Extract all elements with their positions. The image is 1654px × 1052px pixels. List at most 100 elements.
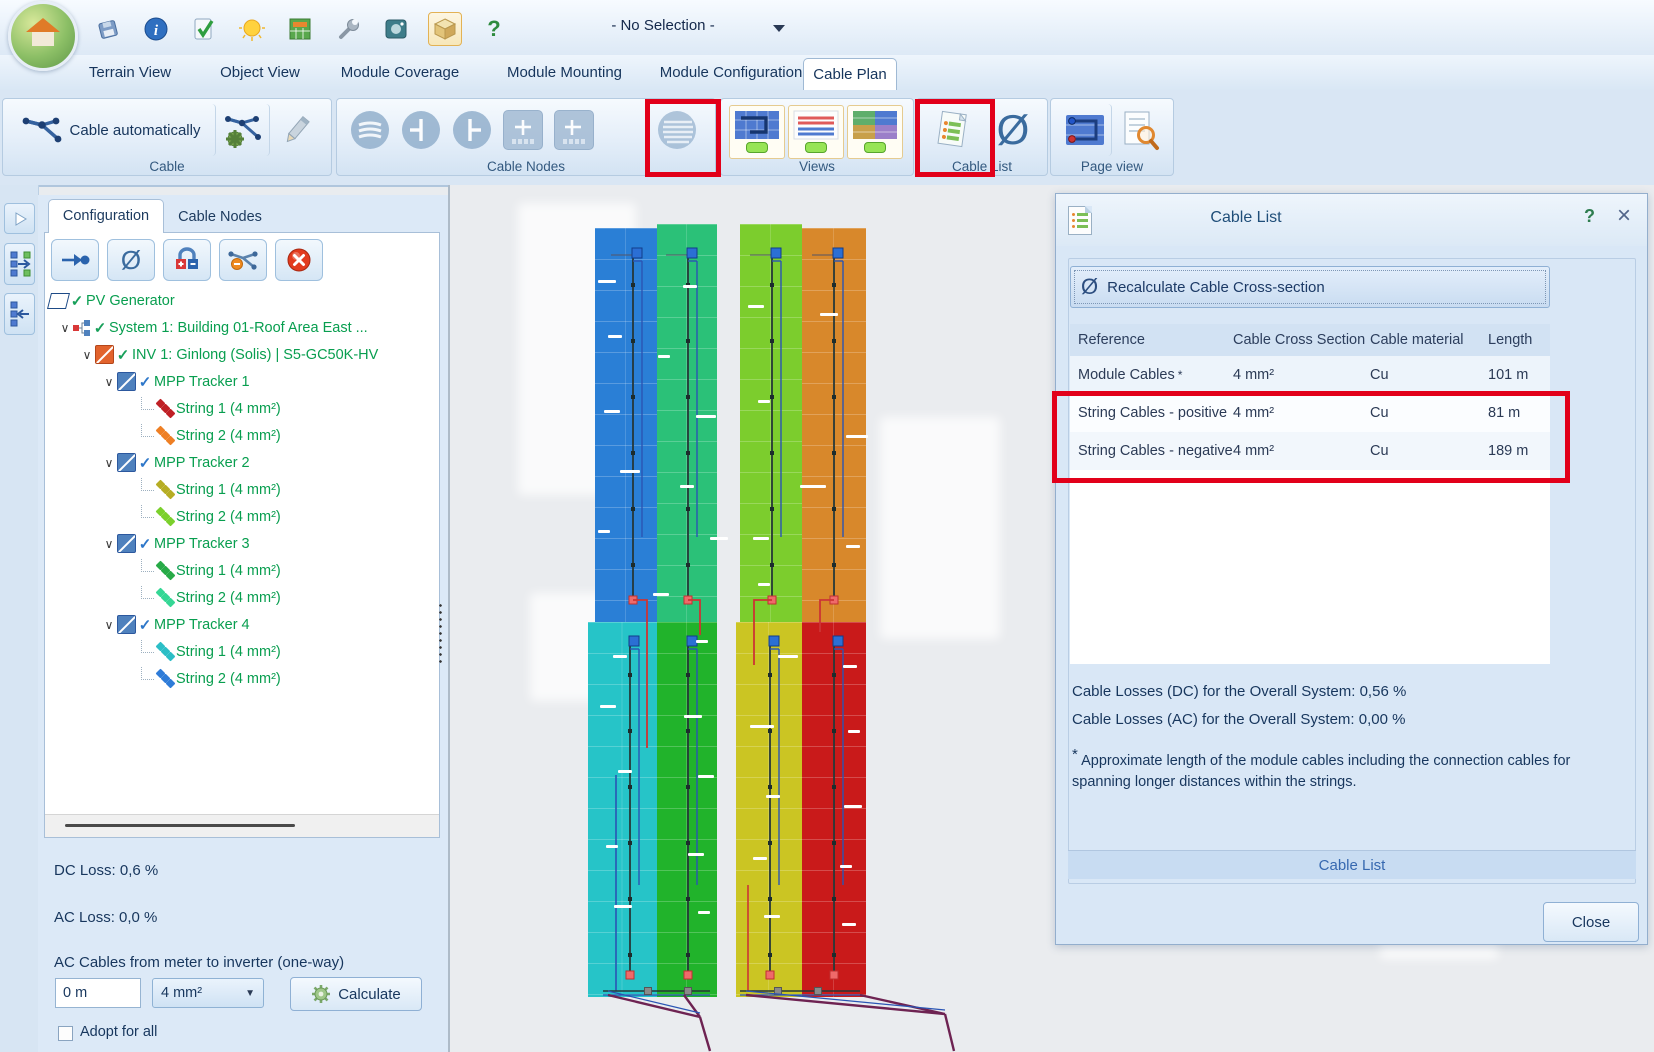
chevron-expanded-icon[interactable]: ∨ xyxy=(101,618,117,632)
node-box2-button[interactable] xyxy=(551,104,597,156)
remove-cable-button[interactable] xyxy=(219,239,267,281)
node-tap-button[interactable] xyxy=(398,104,444,156)
wrench-icon[interactable] xyxy=(332,13,364,45)
tab-module-coverage[interactable]: Module Coverage xyxy=(325,55,475,90)
node-junction-button[interactable] xyxy=(347,104,393,156)
tree-item-string[interactable]: String 1 (4 mm²) xyxy=(45,395,439,422)
delete-button[interactable] xyxy=(275,239,323,281)
project-check-icon[interactable] xyxy=(188,13,220,45)
tree-item-label: String 1 (4 mm²) xyxy=(176,401,281,417)
tree-item-tracker[interactable]: ∨✓MPP Tracker 4 xyxy=(45,611,439,638)
help-icon[interactable]: ? xyxy=(1584,206,1595,227)
close-icon[interactable]: × xyxy=(1617,202,1631,230)
save-icon[interactable] xyxy=(92,13,124,45)
cable-table-row[interactable]: Module Cables*4 mm²Cu101 m xyxy=(1070,356,1550,394)
sun-icon[interactable] xyxy=(236,13,268,45)
page-cable-plan-button[interactable] xyxy=(1057,104,1112,156)
calculate-button[interactable]: Calculate xyxy=(290,977,422,1011)
view-lines-button[interactable] xyxy=(788,105,844,159)
tree-guide-line xyxy=(141,424,154,437)
cross-section-select[interactable]: 4 mm² ▼ xyxy=(152,978,264,1008)
chevron-expanded-icon[interactable]: ∨ xyxy=(57,321,73,335)
tree-toolbar: Ø xyxy=(51,239,323,281)
connect-node-button[interactable] xyxy=(51,239,99,281)
tab-configuration[interactable]: Configuration xyxy=(48,199,164,233)
tree-item-tracker[interactable]: ∨✓MPP Tracker 2 xyxy=(45,449,439,476)
cable-list-footer-tab[interactable]: Cable List xyxy=(1068,850,1636,879)
view-colored-areas-button[interactable] xyxy=(847,105,903,159)
tree-item-tracker[interactable]: ∨✓MPP Tracker 3 xyxy=(45,530,439,557)
tree-horizontal-scrollbar[interactable] xyxy=(45,814,439,837)
recalculate-cross-section-button[interactable]: Ø xyxy=(985,104,1041,156)
tree-item-string[interactable]: String 2 (4 mm²) xyxy=(45,665,439,692)
cable-table-row[interactable]: String Cables - negative4 mm²Cu189 m xyxy=(1070,432,1550,470)
help-icon[interactable]: ? xyxy=(478,13,510,45)
tree-item-pv[interactable]: ✓PV Generator xyxy=(45,287,439,314)
tree-item-string[interactable]: String 2 (4 mm²) xyxy=(45,584,439,611)
ac-loss-text: AC Loss: 0,0 % xyxy=(54,909,157,926)
string-icon xyxy=(156,399,176,419)
string-icon xyxy=(156,642,176,662)
ribbon-group-label-page-view: Page view xyxy=(1051,159,1173,174)
selection-dropdown[interactable]: - No Selection - xyxy=(548,17,778,34)
node-tap2-button[interactable] xyxy=(449,104,495,156)
check-icon: ✓ xyxy=(68,292,86,310)
dc-loss-text: DC Loss: 0,6 % xyxy=(54,862,158,879)
cable-table-row[interactable]: String Cables - positive4 mm²Cu81 m xyxy=(1070,394,1550,432)
cable-settings-button[interactable] xyxy=(217,104,270,156)
chevron-expanded-icon[interactable]: ∨ xyxy=(101,456,117,470)
recalculate-cross-section-button[interactable]: Ø Recalculate Cable Cross-section xyxy=(1070,266,1550,308)
cable-list-button[interactable] xyxy=(923,104,981,156)
scrollbar-thumb[interactable] xyxy=(65,824,295,827)
view-3d-icon[interactable] xyxy=(428,12,462,46)
tree-item-string[interactable]: String 2 (4 mm²) xyxy=(45,422,439,449)
cell-material: Cu xyxy=(1370,432,1389,470)
tab-module-mounting[interactable]: Module Mounting xyxy=(487,55,642,90)
module-gap-mark xyxy=(658,355,670,358)
tree-item-inverter[interactable]: ∨✓INV 1: Ginlong (Solis) | S5-GC50K-HV xyxy=(45,341,439,368)
tree-item-system[interactable]: ∨✓System 1: Building 01-Roof Area East .… xyxy=(45,314,439,341)
lock-polarity-button[interactable] xyxy=(163,239,211,281)
pencil-icon xyxy=(279,112,315,148)
tree-item-string[interactable]: String 2 (4 mm²) xyxy=(45,503,439,530)
tree-expand-all-button[interactable] xyxy=(4,243,35,285)
selection-dropdown-arrow-icon[interactable] xyxy=(773,25,785,32)
module-gap-mark xyxy=(618,770,632,773)
view-cable-plan-button[interactable] xyxy=(729,105,785,159)
close-button[interactable]: Close xyxy=(1543,902,1639,942)
tree-item-string[interactable]: String 1 (4 mm²) xyxy=(45,557,439,584)
check-icon: ✓ xyxy=(136,535,154,553)
tab-cable-plan[interactable]: Cable Plan xyxy=(803,58,897,91)
adopt-for-all-checkbox[interactable] xyxy=(58,1026,73,1041)
tree-item-string[interactable]: String 1 (4 mm²) xyxy=(45,476,439,503)
col-length: Length xyxy=(1488,324,1532,356)
string-icon xyxy=(156,507,176,527)
tab-terrain-view[interactable]: Terrain View xyxy=(70,55,190,90)
page-preview-button[interactable] xyxy=(1113,104,1167,156)
ac-cable-length-input[interactable]: 0 m xyxy=(55,978,141,1008)
chevron-expanded-icon[interactable]: ∨ xyxy=(101,375,117,389)
module-layout-icon[interactable] xyxy=(284,13,316,45)
app-logo[interactable] xyxy=(8,1,78,71)
tab-object-view[interactable]: Object View xyxy=(200,55,320,90)
panel-splitter-handle[interactable] xyxy=(438,602,443,664)
cross-section-button[interactable]: Ø xyxy=(107,239,155,281)
chevron-expanded-icon[interactable]: ∨ xyxy=(101,537,117,551)
tab-cable-nodes[interactable]: Cable Nodes xyxy=(168,202,272,232)
tab-module-configuration[interactable]: Module Configuration xyxy=(650,55,812,90)
info-icon[interactable]: i xyxy=(140,13,172,45)
tree-item-string[interactable]: String 1 (4 mm²) xyxy=(45,638,439,665)
chevron-expanded-icon[interactable]: ∨ xyxy=(79,348,95,362)
module-gap-mark xyxy=(766,795,780,798)
tree-item-label: String 2 (4 mm²) xyxy=(176,428,281,444)
cable-automatically-button[interactable]: Cable automatically xyxy=(7,104,216,156)
tree-guide-line xyxy=(141,586,154,599)
tree-collapse-all-button[interactable] xyxy=(4,293,35,335)
node-striped-button[interactable] xyxy=(654,104,700,156)
node-box-button[interactable] xyxy=(500,104,546,156)
photo-icon[interactable] xyxy=(380,13,412,45)
cable-manual-draw-button[interactable] xyxy=(271,104,323,156)
ac-losses-text: Cable Losses (AC) for the Overall System… xyxy=(1072,711,1405,728)
tree-item-tracker[interactable]: ∨✓MPP Tracker 1 xyxy=(45,368,439,395)
expand-panel-button[interactable] xyxy=(4,203,35,234)
